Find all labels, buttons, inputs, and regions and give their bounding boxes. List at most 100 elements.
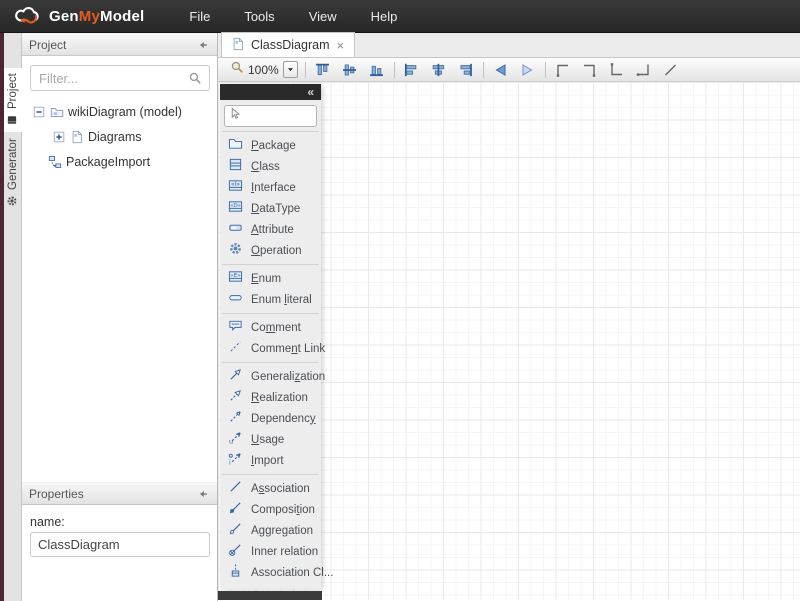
palette-footer-bar	[218, 591, 322, 600]
tree-item[interactable]: Diagrams	[22, 124, 217, 149]
palette-item-attribute[interactable]: Attribute	[220, 219, 321, 240]
sidebar-tab-project[interactable]: Project	[4, 68, 22, 132]
palette-item-enum[interactable]: «E»Enum	[220, 268, 321, 289]
toolbar-separator	[483, 62, 484, 78]
name-field-label: name:	[30, 515, 217, 529]
tree-item[interactable]: wikiDiagram (model)	[22, 99, 217, 124]
connector-elbow-tl-button[interactable]	[553, 60, 573, 79]
menubar: GenMyModel FileToolsViewHelp	[0, 0, 800, 33]
sidebar-tab-generator[interactable]: Generator	[4, 133, 22, 213]
palette-item-association[interactable]: Association	[220, 478, 321, 499]
properties-panel: Properties name:	[22, 482, 217, 557]
menu-file[interactable]: File	[172, 1, 227, 32]
collapse-left-icon[interactable]	[196, 487, 210, 501]
palette-item-interface[interactable]: «I»Interface	[220, 177, 321, 198]
diagram-canvas[interactable]: « PackageClass«I»Interface«D»DataTypeAtt…	[218, 82, 800, 600]
tab-classdiagram[interactable]: ClassDiagram ×	[221, 32, 355, 57]
align-left-icon	[403, 62, 420, 78]
connector-elbow-tr-icon	[581, 62, 598, 78]
palette-item-label: Association	[251, 483, 310, 495]
tree-item[interactable]: PackageImport	[22, 149, 217, 174]
palette-item-composition[interactable]: Composition	[220, 499, 321, 520]
tree-item-label: wikiDiagram (model)	[68, 105, 182, 119]
realization-icon	[228, 388, 243, 408]
enum-literal-icon	[228, 290, 243, 310]
palette-collapse-button[interactable]: «	[220, 84, 321, 100]
palette-item-usage[interactable]: u Usage	[220, 429, 321, 450]
dropdown-arrow-icon	[286, 61, 295, 79]
menu-view[interactable]: View	[292, 1, 354, 32]
align-right-button[interactable]	[456, 60, 476, 79]
palette-item-association-cl[interactable]: Association Cl...	[220, 562, 321, 583]
align-middle-button[interactable]	[340, 60, 360, 79]
enum-icon: «E»	[228, 269, 243, 289]
align-bottom-icon	[368, 62, 385, 78]
cloud-logo-icon	[13, 5, 43, 28]
palette-item-package[interactable]: Package	[220, 135, 321, 156]
minus-expander-icon[interactable]	[32, 105, 46, 119]
genmymodel-logo: GenMyModel	[0, 5, 144, 28]
toolbar-groups	[298, 60, 681, 79]
project-panel-title: Project	[29, 38, 66, 52]
align-center-button[interactable]	[429, 60, 449, 79]
flip-right-button[interactable]	[518, 60, 538, 79]
palette-item-class[interactable]: Class	[220, 156, 321, 177]
close-icon[interactable]: ×	[336, 39, 346, 52]
main-menu: FileToolsViewHelp	[172, 1, 414, 32]
diagram-page-icon	[70, 130, 84, 144]
align-left-button[interactable]	[402, 60, 422, 79]
zoom-control: 100%	[230, 60, 298, 79]
palette-item-label: Usage	[251, 434, 284, 446]
toolbar-group	[491, 60, 538, 79]
flip-left-button[interactable]	[491, 60, 511, 79]
tree-item-label: PackageImport	[66, 155, 150, 169]
align-bottom-button[interactable]	[367, 60, 387, 79]
align-right-icon	[457, 62, 474, 78]
menu-tools[interactable]: Tools	[227, 1, 291, 32]
palette-item-dependency[interactable]: Dependency	[220, 408, 321, 429]
palette-item-enum-literal[interactable]: Enum literal	[220, 289, 321, 310]
palette-item-operation[interactable]: Operation	[220, 240, 321, 261]
align-top-icon	[314, 62, 331, 78]
selection-tool[interactable]	[224, 105, 317, 127]
palette-item-aggregation[interactable]: Aggregation	[220, 520, 321, 541]
palette-separator	[222, 313, 319, 314]
palette-item-inner-relation[interactable]: Inner relation	[220, 541, 321, 562]
connector-elbow-tr-button[interactable]	[580, 60, 600, 79]
palette-item-label: Interface	[251, 182, 296, 194]
properties-panel-title: Properties	[29, 487, 84, 501]
align-center-icon	[430, 62, 447, 78]
collapse-chevrons: «	[307, 85, 315, 99]
collapse-left-icon[interactable]	[196, 38, 210, 52]
attribute-icon	[228, 220, 243, 240]
align-top-button[interactable]	[313, 60, 333, 79]
usage-icon: u	[228, 430, 243, 450]
palette-item-comment-link[interactable]: Comment Link	[220, 338, 321, 359]
toolbar-group	[402, 60, 476, 79]
composition-icon	[228, 500, 243, 520]
pointer-icon	[228, 106, 243, 126]
association-icon	[228, 479, 243, 499]
connector-elbow-bl-button[interactable]	[607, 60, 627, 79]
import-icon: i	[228, 451, 243, 471]
align-middle-icon	[341, 62, 358, 78]
palette-item-generalization[interactable]: Generalization	[220, 366, 321, 387]
plus-expander-icon[interactable]	[52, 130, 66, 144]
sidebar-tab-label: Generator	[7, 138, 19, 190]
palette-item-comment[interactable]: Comment	[220, 317, 321, 338]
palette-item-datatype[interactable]: «D»DataType	[220, 198, 321, 219]
filter-input[interactable]	[30, 65, 210, 91]
zoom-icon	[230, 60, 244, 79]
connector-straight-button[interactable]	[661, 60, 681, 79]
palette-item-label: Dependency	[251, 413, 316, 425]
diagram-editor: ClassDiagram × 100% « PackageClass«I»Int…	[218, 33, 800, 601]
svg-text:«E»: «E»	[230, 273, 240, 279]
connector-elbow-bl-icon	[608, 62, 625, 78]
zoom-dropdown-button[interactable]	[283, 61, 298, 78]
aggregation-icon	[228, 521, 243, 541]
palette-item-realization[interactable]: Realization	[220, 387, 321, 408]
menu-help[interactable]: Help	[354, 1, 415, 32]
connector-elbow-br-button[interactable]	[634, 60, 654, 79]
name-field[interactable]	[30, 532, 210, 557]
palette-item-import[interactable]: iImport	[220, 450, 321, 471]
